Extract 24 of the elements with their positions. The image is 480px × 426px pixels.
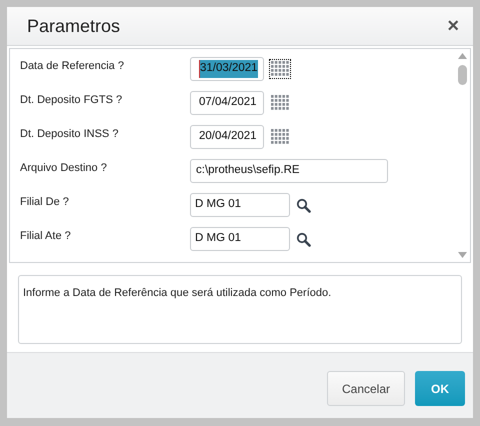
input-field[interactable]: 20/04/2021 [190, 125, 264, 149]
input-field[interactable]: 07/04/2021 [190, 91, 264, 115]
cancel-button[interactable]: Cancelar [327, 371, 405, 406]
input-field[interactable]: D MG 01 [190, 193, 290, 217]
calendar-icon[interactable] [270, 94, 290, 112]
calendar-icon[interactable] [270, 128, 290, 146]
help-text: Informe a Data de Referência que será utilizada como Período. [23, 287, 332, 299]
scroll-up-icon[interactable] [458, 53, 466, 59]
parameter-label: Dt. Deposito INSS ? [20, 127, 120, 142]
input-field[interactable]: 31/03/2021 [190, 57, 264, 81]
calendar-icon[interactable] [270, 60, 290, 78]
parameter-label: Dt. Deposito FGTS ? [20, 93, 124, 108]
dialog-title: Parametros [27, 14, 120, 38]
close-button[interactable]: × [447, 16, 459, 36]
scroll-thumb[interactable] [458, 65, 466, 85]
scroll-down-icon[interactable] [458, 252, 466, 258]
input-field[interactable]: c:\protheus\sefip.RE [190, 159, 388, 183]
search-icon[interactable] [296, 198, 311, 212]
parameter-label: Arquivo Destino ? [20, 161, 108, 176]
parameter-label: Filial De ? [20, 195, 70, 210]
search-icon[interactable] [296, 232, 311, 246]
input-field[interactable]: D MG 01 [190, 227, 290, 251]
parameter-label: Filial Ate ? [20, 229, 72, 244]
parameter-label: Data de Referencia ? [20, 59, 125, 74]
